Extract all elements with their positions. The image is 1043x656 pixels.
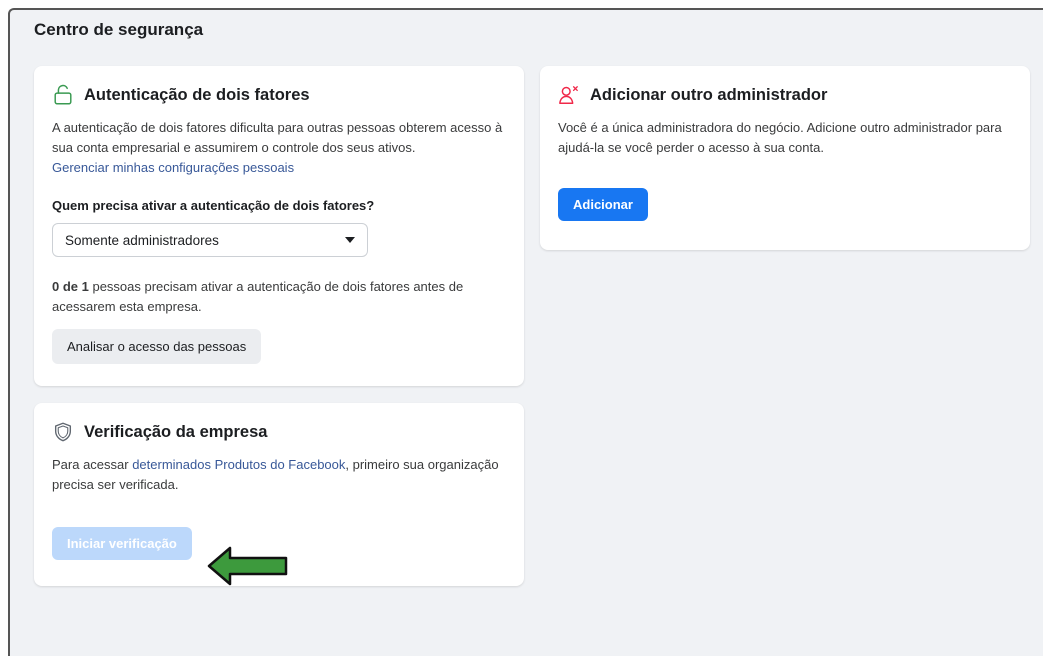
facebook-products-link[interactable]: determinados Produtos do Facebook bbox=[132, 457, 345, 472]
two-factor-question: Quem precisa ativar a autenticação de do… bbox=[52, 198, 375, 213]
verification-title: Verificação da empresa bbox=[84, 422, 268, 441]
add-admin-card: Adicionar outro administrador Você é a ú… bbox=[540, 66, 1030, 250]
annotation-arrow-icon bbox=[207, 546, 288, 586]
verification-description: Para acessar determinados Produtos do Fa… bbox=[52, 457, 499, 492]
two-factor-description: A autenticação de dois fatores dificulta… bbox=[52, 120, 503, 175]
add-person-icon bbox=[559, 86, 578, 104]
count-bold: 0 de 1 bbox=[52, 279, 89, 294]
caret-down-icon bbox=[345, 237, 355, 243]
review-access-button[interactable]: Analisar o acesso das pessoas bbox=[52, 329, 262, 364]
shield-icon bbox=[54, 422, 72, 442]
add-admin-description: Você é a única administradora do negócio… bbox=[558, 120, 1002, 155]
two-factor-card: Autenticação de dois fatores A autentica… bbox=[34, 66, 524, 386]
verification-header: Verificação da empresa bbox=[52, 421, 506, 443]
add-admin-actions: Adicionar bbox=[558, 188, 1012, 221]
two-factor-header: Autenticação de dois fatores bbox=[52, 84, 506, 106]
two-factor-requirement-select[interactable]: Somente administradores bbox=[52, 223, 368, 257]
add-admin-button[interactable]: Adicionar bbox=[558, 188, 648, 221]
two-factor-count-text: 0 de 1 pessoas precisam ativar a autenti… bbox=[52, 279, 464, 314]
security-center-panel: Centro de segurança Autenticação de dois… bbox=[8, 8, 1043, 656]
unlock-icon bbox=[54, 84, 72, 105]
select-value: Somente administradores bbox=[65, 232, 219, 248]
add-admin-title: Adicionar outro administrador bbox=[590, 85, 828, 104]
two-factor-title: Autenticação de dois fatores bbox=[84, 85, 310, 104]
start-verification-button[interactable]: Iniciar verificação bbox=[52, 527, 192, 560]
page-title: Centro de segurança bbox=[34, 20, 204, 39]
manage-settings-link[interactable]: Gerenciar minhas configurações pessoais bbox=[52, 160, 294, 175]
add-admin-header: Adicionar outro administrador bbox=[558, 84, 1012, 106]
